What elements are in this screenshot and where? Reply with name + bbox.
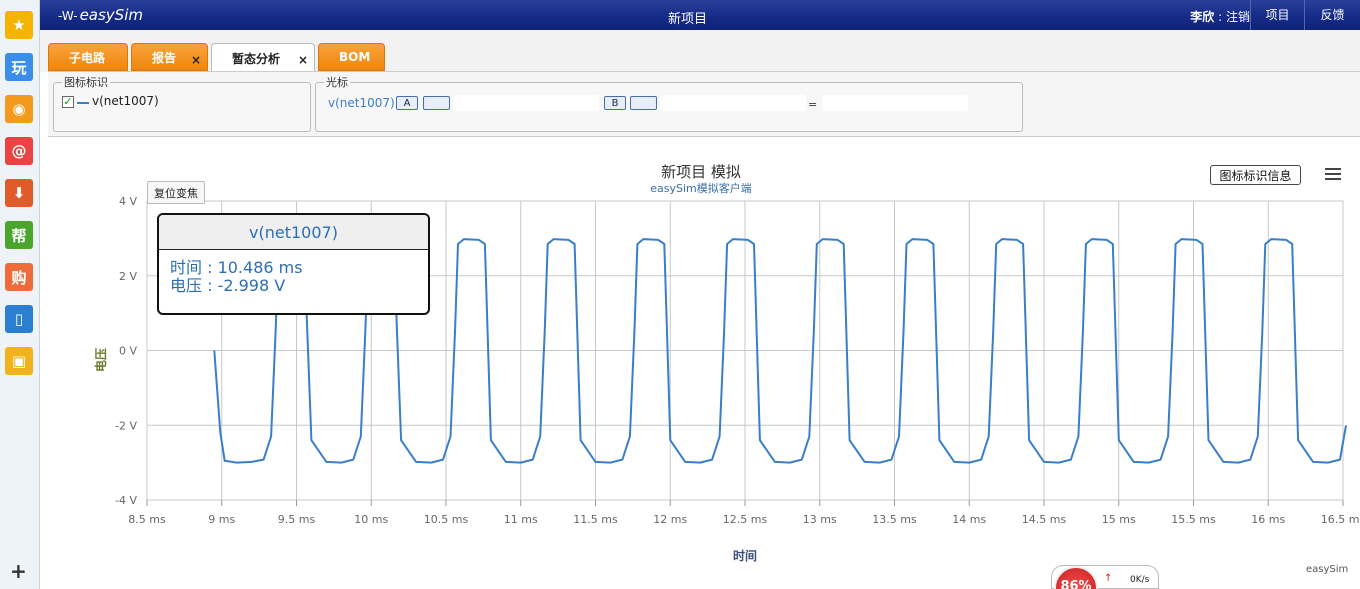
tool-panel: 图标标识 ✓ v(net1007) 光标 v(net1007) A B = <box>48 71 1360 137</box>
hamburger-menu-icon[interactable] <box>1321 165 1345 185</box>
close-icon[interactable]: × <box>298 53 308 67</box>
x-tick-label: 15.5 ms <box>1171 513 1216 526</box>
logo-wave-icon: -W- <box>58 9 78 23</box>
upload-arrow-icon: ↑ <box>1104 573 1113 584</box>
x-tick-label: 10.5 ms <box>424 513 469 526</box>
tooltip-time: 时间 : 10.486 ms <box>170 258 303 277</box>
chart-title: 新项目 模拟 <box>661 163 741 181</box>
cursor-fieldset-title: 光标 <box>326 76 348 89</box>
add-icon[interactable]: + <box>10 561 27 581</box>
speed-rate: 0K/s <box>1130 575 1150 585</box>
x-tick-label: 14.5 ms <box>1022 513 1067 526</box>
tab-bar: 子电路 报告 × 暂态分析 × BOM <box>40 30 1360 72</box>
logo-text: easySim <box>79 6 143 24</box>
project-title: 新项目 <box>668 12 708 27</box>
y-tick-label: 4 V <box>119 195 137 208</box>
tooltip-title: v(net1007) <box>159 215 428 250</box>
x-tick-label: 9 ms <box>208 513 235 526</box>
cursor-equals: = <box>808 98 818 111</box>
y-tick-label: 2 V <box>119 270 137 283</box>
chart-tooltip: v(net1007) 时间 : 10.486 ms 电压 : -2.998 V <box>157 213 430 315</box>
x-axis-label: 时间 <box>733 548 757 563</box>
cursor-a-field[interactable] <box>453 95 599 111</box>
signal-line-swatch <box>77 102 89 104</box>
feedback-link[interactable]: 反馈 <box>1304 0 1360 30</box>
cursor-fieldset: 光标 v(net1007) A B = <box>315 74 1023 132</box>
chart-credit[interactable]: easySim <box>1306 564 1348 575</box>
x-tick-label: 11.5 ms <box>573 513 618 526</box>
signal-checkbox[interactable]: ✓ <box>62 96 74 108</box>
chart-subtitle: easySim模拟客户端 <box>650 181 752 195</box>
cursor-signal-name: v(net1007) <box>328 96 395 110</box>
cursor-b-field[interactable] <box>660 95 806 111</box>
tab-transient-analysis[interactable]: 暂态分析 × <box>211 43 315 72</box>
network-speed-widget[interactable]: 86% ↑ 0K/s <box>1051 565 1159 589</box>
left-dock: ★ 玩 ◉ @ ⬇ 帮购 ▯ ▣ + <box>0 0 40 589</box>
tab-label: 暂态分析 <box>232 51 281 66</box>
cursor-b-value-button[interactable] <box>630 96 657 110</box>
cursor-a-value-button[interactable] <box>423 96 450 110</box>
x-tick-label: 16.5 ms <box>1321 513 1360 526</box>
x-tick-label: 14 ms <box>952 513 986 526</box>
chart-svg[interactable]: 8.5 ms 9 ms 9.5 ms 10 ms 10.5 ms 11 ms 11.5 ms… <box>48 140 1360 589</box>
user-separator: : <box>1214 10 1226 24</box>
download-icon[interactable]: ⬇ <box>5 179 33 207</box>
help-icon[interactable]: 帮 <box>5 221 33 249</box>
app-window: ★ 玩 ◉ @ ⬇ 帮购 ▯ ▣ + -W-easySim 新项目 李欣 : 注销 项目 反馈… <box>0 0 1360 589</box>
legend-info-button[interactable]: 图标标识信息 <box>1210 165 1301 185</box>
tab-report[interactable]: 报告 × <box>131 43 208 71</box>
weibo-icon[interactable]: ◉ <box>5 95 33 123</box>
x-tick-label: 12 ms <box>653 513 687 526</box>
y-axis-label: 电压 <box>93 348 108 372</box>
favorite-star-icon[interactable]: ★ <box>5 11 33 39</box>
legend-fieldset: 图标标识 ✓ v(net1007) <box>53 74 311 132</box>
legend-signal-name[interactable]: v(net1007) <box>92 94 159 108</box>
cursor-delta-field[interactable] <box>822 95 968 111</box>
x-tick-label: 8.5 ms <box>128 513 166 526</box>
y-tick-label: 0 V <box>119 345 137 358</box>
tab-label: 子电路 <box>69 50 106 65</box>
x-tick-label: 13.5 ms <box>872 513 917 526</box>
tooltip-voltage: 电压 : -2.998 V <box>170 276 286 295</box>
x-tick-label: 10 ms <box>354 513 388 526</box>
logout-link[interactable]: 注销 <box>1226 10 1250 24</box>
cursor-b-button[interactable]: B <box>604 96 626 110</box>
legend-fieldset-title: 图标标识 <box>64 76 108 89</box>
top-bar: -W-easySim 新项目 李欣 : 注销 项目 反馈 <box>40 0 1360 30</box>
close-icon[interactable]: × <box>191 53 201 67</box>
play-games-icon[interactable]: 玩 <box>5 53 33 81</box>
x-tick-label: 9.5 ms <box>278 513 316 526</box>
tab-bom[interactable]: BOM <box>318 43 385 71</box>
y-tick-label: -2 V <box>115 419 137 432</box>
user-name: 李欣 <box>1190 10 1215 24</box>
tab-subcircuit[interactable]: 子电路 <box>48 43 128 71</box>
mail-icon[interactable]: @ <box>5 137 33 165</box>
user-area: 李欣 : 注销 <box>1190 8 1250 25</box>
cursor-a-button[interactable]: A <box>396 96 418 110</box>
x-tick-label: 11 ms <box>504 513 538 526</box>
y-tick-label: -4 V <box>115 494 137 507</box>
reset-zoom-button[interactable]: 复位变焦 <box>147 181 205 204</box>
x-tick-label: 12.5 ms <box>723 513 768 526</box>
speed-percent: 86% <box>1054 566 1098 589</box>
app-logo[interactable]: -W-easySim <box>58 6 143 24</box>
tab-label: BOM <box>339 50 371 64</box>
x-tick-label: 16 ms <box>1251 513 1285 526</box>
book-icon[interactable]: ▯ <box>5 305 33 333</box>
chart-area: 8.5 ms 9 ms 9.5 ms 10 ms 10.5 ms 11 ms 11.5 ms… <box>48 140 1360 589</box>
x-tick-label: 13 ms <box>803 513 837 526</box>
toolbox-icon[interactable]: ▣ <box>5 347 33 375</box>
shopping-icon[interactable]: 购 <box>5 263 33 291</box>
x-tick-label: 15 ms <box>1102 513 1136 526</box>
tab-label: 报告 <box>152 50 177 65</box>
projects-link[interactable]: 项目 <box>1250 0 1304 30</box>
